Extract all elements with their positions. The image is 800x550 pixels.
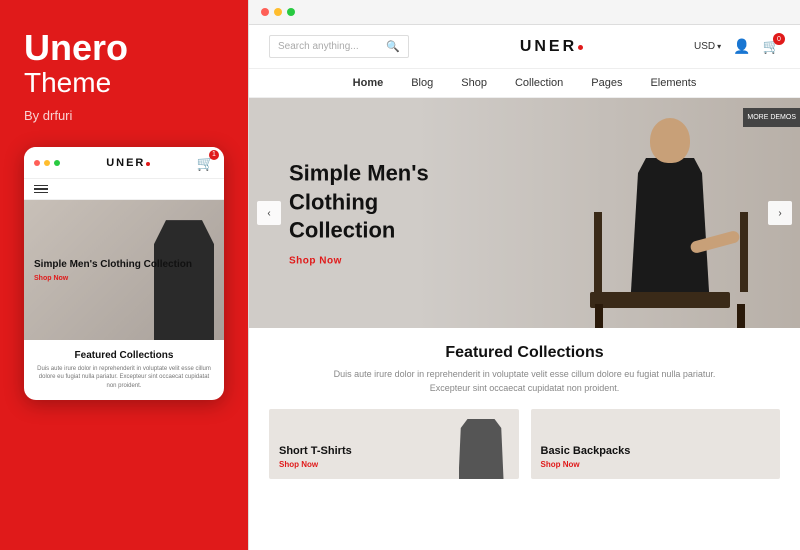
mobile-cart-badge: 1	[209, 150, 219, 160]
chevron-down-icon: ▾	[717, 42, 721, 51]
currency-label: USD	[694, 41, 715, 52]
hero-figure-body	[630, 158, 710, 308]
hero-figure-head	[650, 118, 690, 163]
site-header: Search anything... 🔍 UNER USD ▾ 👤 🛒 0	[249, 25, 800, 69]
nav-item-shop[interactable]: Shop	[461, 77, 487, 89]
mobile-logo-dot	[146, 162, 150, 166]
hero-chair-back-left	[594, 212, 602, 292]
hero-next-button[interactable]: ›	[768, 201, 792, 225]
hero-content: Simple Men's Clothing Collection Shop No…	[289, 160, 489, 267]
mobile-cart-icon[interactable]: 🛒 1	[197, 155, 214, 172]
featured-card-2-button[interactable]: Shop Now	[541, 460, 631, 469]
hero-chair-back-right	[740, 212, 748, 292]
featured-card-1-button[interactable]: Shop Now	[279, 460, 352, 469]
hero-chair-leg-right	[737, 304, 745, 328]
mobile-mockup: UNER 🛒 1 Simple Men's Clothing Collectio…	[24, 147, 224, 401]
featured-card-2-content: Basic Backpacks Shop Now	[541, 445, 631, 469]
browser-dot-yellow[interactable]	[274, 8, 282, 16]
featured-card-tshirts: Short T-Shirts Shop Now	[269, 409, 519, 479]
mobile-nav-row	[24, 179, 224, 201]
mobile-hero-text: Simple Men's Clothing Collection Shop No…	[34, 258, 192, 282]
cart-button[interactable]: 🛒 0	[763, 38, 780, 55]
user-account-icon[interactable]: 👤	[733, 38, 750, 55]
hero-model-image	[570, 108, 770, 328]
browser-dot-green[interactable]	[287, 8, 295, 16]
brand-author: By drfuri	[24, 108, 72, 123]
hero-image-area	[480, 98, 800, 328]
currency-selector[interactable]: USD ▾	[694, 41, 721, 52]
browser-dot-red[interactable]	[261, 8, 269, 16]
mobile-shop-now-button[interactable]: Shop Now	[34, 275, 192, 282]
search-placeholder: Search anything...	[278, 41, 380, 52]
browser-window-dots	[261, 8, 295, 16]
featured-title: Featured Collections	[269, 344, 780, 362]
hero-chair-leg-left	[595, 304, 603, 328]
hamburger-icon[interactable]	[34, 185, 48, 194]
mobile-dot-yellow	[44, 160, 50, 166]
header-right: USD ▾ 👤 🛒 0	[694, 38, 780, 55]
featured-description: Duis aute irure dolor in reprehenderit i…	[325, 368, 725, 395]
mobile-featured-section: Featured Collections Duis aute irure dol…	[24, 340, 224, 400]
featured-collections-section: Featured Collections Duis aute irure dol…	[249, 328, 800, 491]
more-demos-button[interactable]: MORE DEMOS	[743, 108, 800, 127]
brand-subtitle: Theme	[24, 66, 128, 100]
hero-chair-seat	[590, 292, 730, 308]
mobile-logo: UNER	[106, 157, 150, 169]
featured-card-1-figure	[449, 414, 509, 479]
site-logo-dot	[578, 45, 583, 50]
browser-chrome	[249, 0, 800, 25]
nav-item-blog[interactable]: Blog	[411, 77, 433, 89]
featured-card-1-content: Short T-Shirts Shop Now	[279, 445, 352, 469]
browser-content: Search anything... 🔍 UNER USD ▾ 👤 🛒 0 Ho	[249, 25, 800, 550]
mobile-hero: Simple Men's Clothing Collection Shop No…	[24, 200, 224, 340]
mobile-featured-title: Featured Collections	[34, 350, 214, 361]
nav-item-pages[interactable]: Pages	[591, 77, 622, 89]
brand-title: Unero	[24, 30, 128, 66]
featured-card-1-title: Short T-Shirts	[279, 445, 352, 457]
featured-card-backpacks: Basic Backpacks Shop Now	[531, 409, 781, 479]
mobile-dot-red	[34, 160, 40, 166]
mobile-top-bar: UNER 🛒 1	[24, 147, 224, 179]
right-panel: Search anything... 🔍 UNER USD ▾ 👤 🛒 0 Ho	[248, 0, 800, 550]
mobile-dot-green	[54, 160, 60, 166]
mobile-featured-description: Duis aute irure dolor in reprehenderit i…	[34, 365, 214, 390]
more-demos-container: MORE DEMOS	[743, 108, 800, 127]
hero-section: Simple Men's Clothing Collection Shop No…	[249, 98, 800, 328]
nav-item-home[interactable]: Home	[353, 77, 384, 89]
site-logo: UNER	[520, 38, 583, 56]
featured-card-2-title: Basic Backpacks	[541, 445, 631, 457]
cart-badge: 0	[773, 33, 785, 45]
nav-item-collection[interactable]: Collection	[515, 77, 563, 89]
hero-prev-button[interactable]: ‹	[257, 201, 281, 225]
hero-title: Simple Men's Clothing Collection	[289, 160, 489, 246]
hero-shop-now-button[interactable]: Shop Now	[289, 255, 489, 266]
featured-cards-container: Short T-Shirts Shop Now Basic Backpacks …	[269, 409, 780, 479]
site-navigation: Home Blog Shop Collection Pages Elements	[249, 69, 800, 98]
mobile-window-dots	[34, 160, 60, 166]
search-icon[interactable]: 🔍	[386, 40, 400, 53]
search-bar[interactable]: Search anything... 🔍	[269, 35, 409, 58]
nav-item-elements[interactable]: Elements	[650, 77, 696, 89]
left-panel: Unero Theme By drfuri UNER 🛒 1	[0, 0, 248, 550]
brand-name: Unero Theme	[24, 30, 128, 100]
mobile-hero-title: Simple Men's Clothing Collection	[34, 258, 192, 271]
